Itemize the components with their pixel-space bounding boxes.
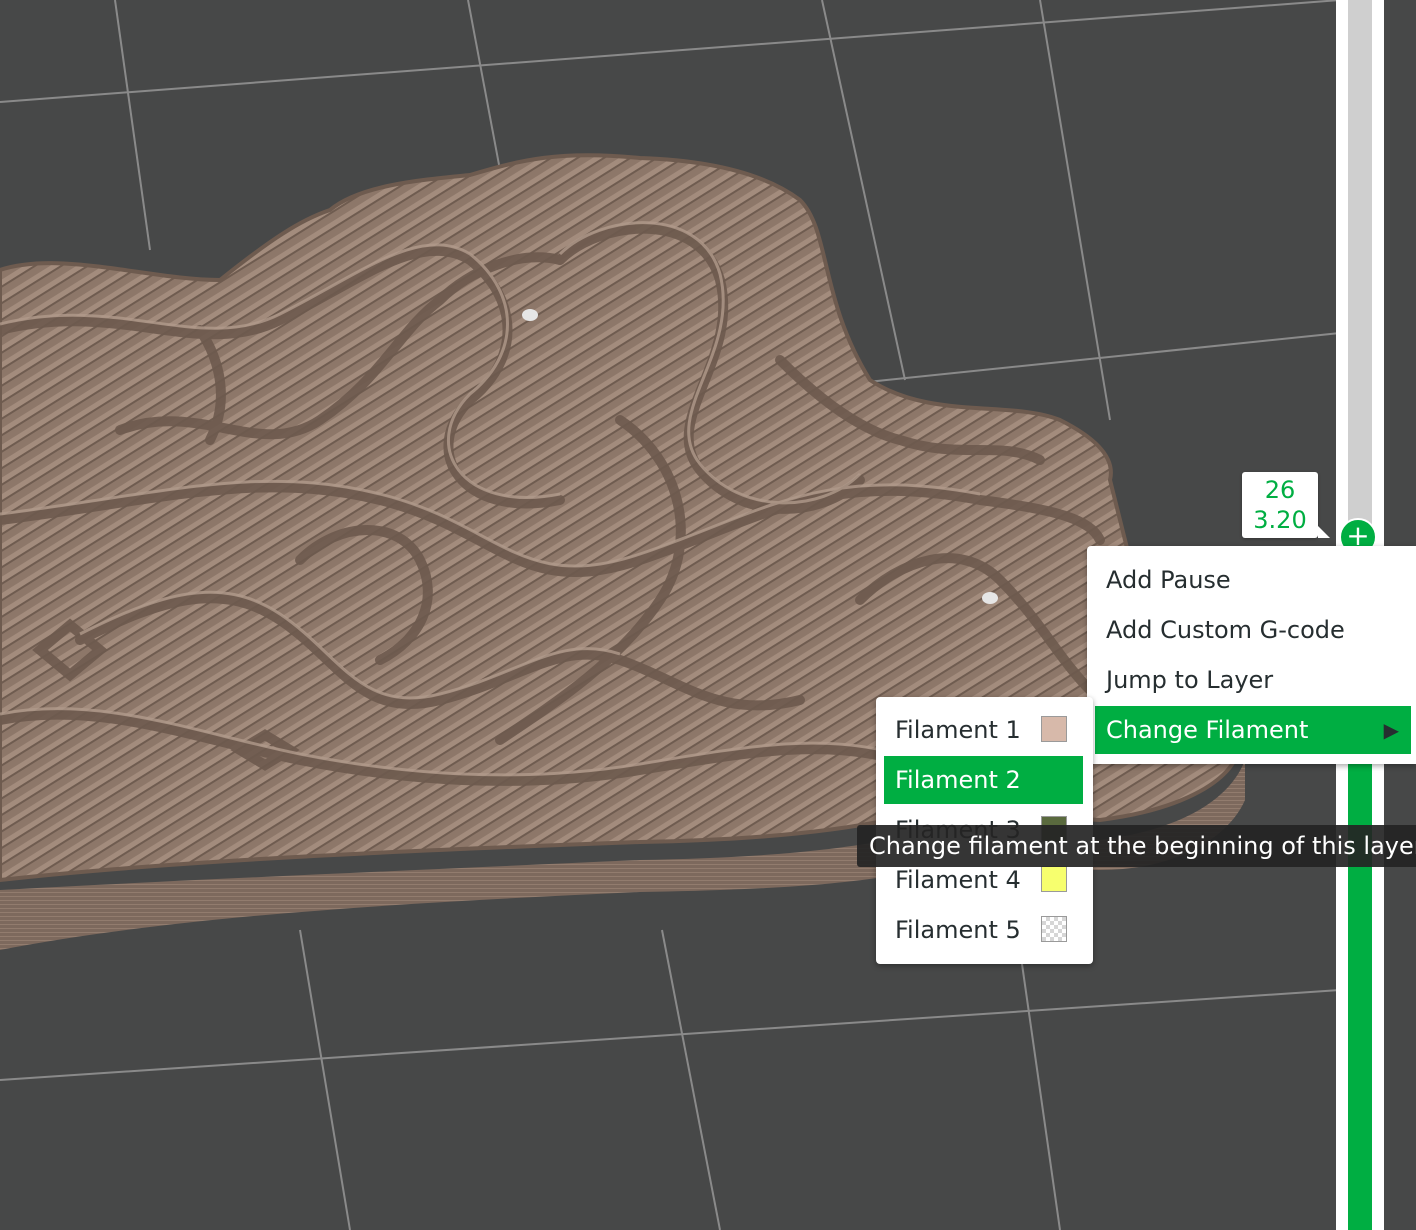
layer-value-label: 26 3.20	[1242, 472, 1330, 538]
change-filament-tooltip: Change filament at the beginning of this…	[857, 825, 1416, 867]
layer-context-menu: Add Pause Add Custom G-code Jump to Laye…	[1087, 546, 1416, 764]
filament-1-label: Filament 1	[895, 716, 1021, 744]
filament-5-color-swatch	[1041, 916, 1067, 942]
filament-5-label: Filament 5	[895, 916, 1021, 944]
submenu-item-filament-1[interactable]: Filament 1	[895, 706, 1085, 754]
filament-2-color-swatch	[1047, 766, 1073, 792]
layer-number: 26	[1264, 476, 1296, 504]
menu-item-change-filament[interactable]: Change Filament ▶	[1095, 706, 1411, 754]
filament-4-color-swatch	[1041, 866, 1067, 892]
menu-item-change-filament-label: Change Filament	[1106, 716, 1309, 744]
filament-1-color-swatch	[1041, 716, 1067, 742]
menu-item-add-pause[interactable]: Add Pause	[1106, 556, 1231, 604]
model-artifact	[982, 592, 998, 604]
menu-item-add-custom-gcode[interactable]: Add Custom G-code	[1106, 606, 1345, 654]
submenu-item-filament-5[interactable]: Filament 5	[895, 906, 1085, 954]
layer-height: 3.20	[1253, 506, 1307, 534]
layer-slider-upper-track[interactable]	[1348, 0, 1372, 540]
model-artifact	[522, 309, 538, 321]
filament-2-label: Filament 2	[895, 766, 1021, 794]
menu-item-jump-to-layer[interactable]: Jump to Layer	[1106, 656, 1273, 704]
triangle-right-icon: ▶	[1383, 718, 1399, 742]
submenu-item-filament-2[interactable]: Filament 2	[884, 756, 1083, 804]
filament-4-label: Filament 4	[895, 866, 1021, 894]
